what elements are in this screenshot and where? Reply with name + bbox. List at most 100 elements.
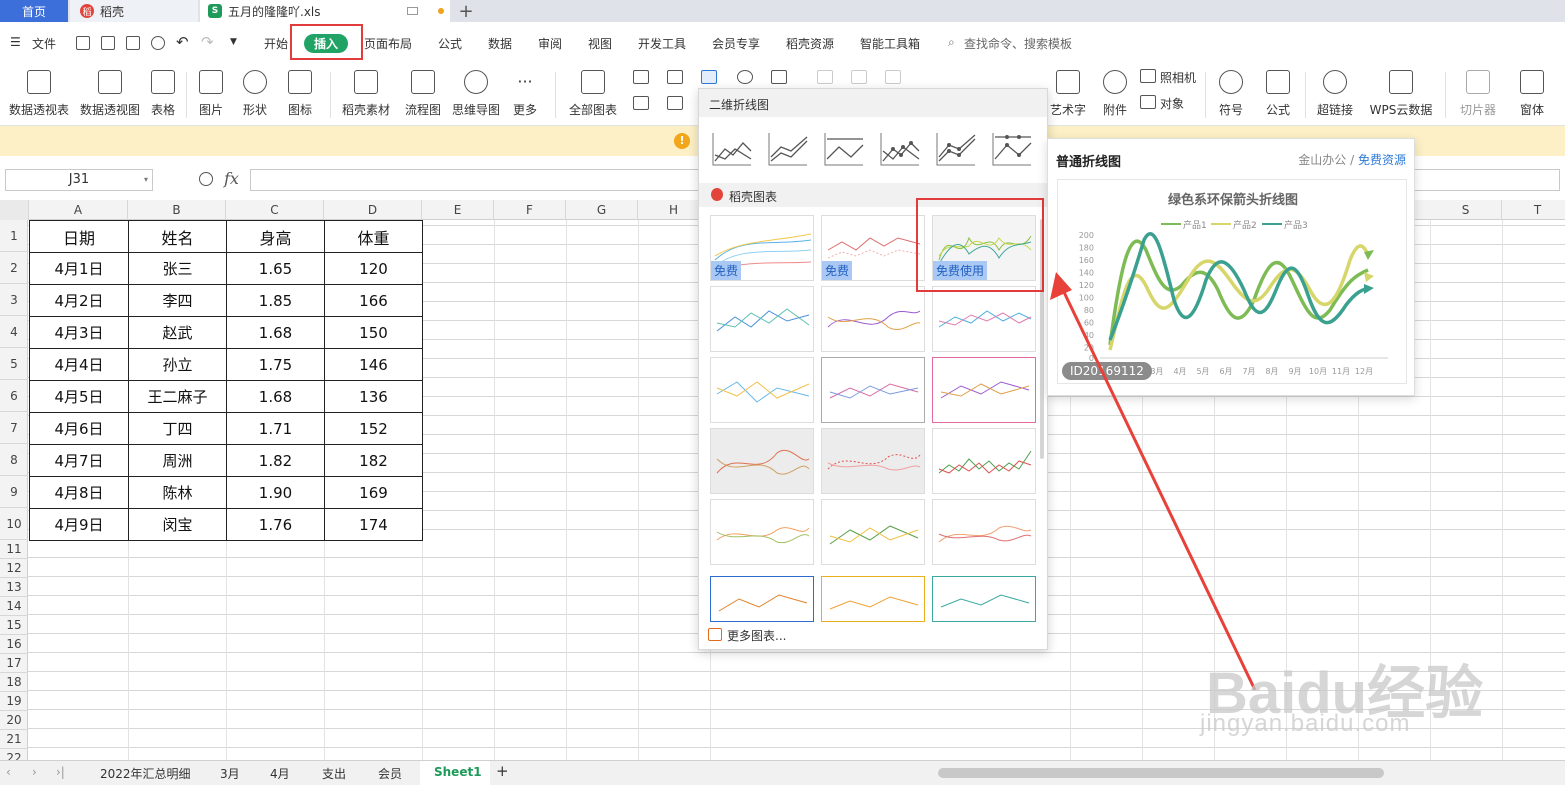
row-header[interactable]: 21 bbox=[0, 730, 28, 749]
line-chart-thumb-4[interactable] bbox=[879, 131, 921, 167]
row-header[interactable]: 20 bbox=[0, 711, 28, 730]
table-header-cell[interactable]: 日期 bbox=[29, 220, 129, 253]
row-header[interactable]: 18 bbox=[0, 673, 28, 692]
table-cell[interactable]: 1.76 bbox=[226, 508, 325, 541]
menu-formulas[interactable]: 公式 bbox=[438, 35, 462, 52]
chart-template-1[interactable]: 免费 bbox=[710, 215, 814, 281]
sparkline-winloss-icon[interactable] bbox=[885, 70, 901, 84]
scatter-chart-icon[interactable] bbox=[667, 96, 683, 110]
chart-template-17[interactable] bbox=[821, 576, 925, 622]
table-cell[interactable]: 4月7日 bbox=[29, 444, 129, 477]
line-chart-thumb-5[interactable] bbox=[935, 131, 977, 167]
line-chart-thumb-1[interactable] bbox=[711, 131, 753, 167]
menu-home[interactable]: 开始 bbox=[264, 35, 288, 52]
row-header[interactable]: 19 bbox=[0, 692, 28, 711]
menu-member[interactable]: 会员专享 bbox=[712, 35, 760, 52]
table-cell[interactable]: 136 bbox=[324, 380, 423, 413]
chart-template-5[interactable] bbox=[821, 286, 925, 352]
chart-template-13[interactable] bbox=[710, 499, 814, 565]
new-tab-button[interactable]: + bbox=[455, 0, 477, 22]
area-chart-icon[interactable] bbox=[633, 96, 649, 110]
table-cell[interactable]: 169 bbox=[324, 476, 423, 509]
table-cell[interactable]: 1.85 bbox=[226, 284, 325, 317]
table-cell[interactable]: 4月3日 bbox=[29, 316, 129, 349]
row-header[interactable]: 17 bbox=[0, 654, 28, 673]
table-cell[interactable]: 1.65 bbox=[226, 252, 325, 285]
table-cell[interactable]: 4月2日 bbox=[29, 284, 129, 317]
wps-cloud-data-button[interactable]: WPS云数据 bbox=[1366, 64, 1436, 118]
zoom-formula-icon[interactable] bbox=[199, 172, 213, 186]
row-header[interactable]: 14 bbox=[0, 597, 28, 616]
camera-button[interactable]: 照相机 bbox=[1160, 69, 1196, 86]
table-cell[interactable]: 4月8日 bbox=[29, 476, 129, 509]
more-button[interactable]: ··· 更多 bbox=[490, 64, 560, 118]
chart-template-18[interactable] bbox=[932, 576, 1036, 622]
row-header[interactable]: 10 bbox=[0, 508, 28, 540]
table-cell[interactable]: 4月4日 bbox=[29, 348, 129, 381]
chart-template-7[interactable] bbox=[710, 357, 814, 423]
chart-template-14[interactable] bbox=[821, 499, 925, 565]
sheet-tab[interactable]: 3月 bbox=[220, 765, 240, 782]
select-all-corner[interactable] bbox=[0, 200, 29, 220]
table-cell[interactable]: 赵武 bbox=[128, 316, 227, 349]
table-cell[interactable]: 146 bbox=[324, 348, 423, 381]
row-header[interactable]: 6 bbox=[0, 380, 28, 412]
horizontal-scrollbar[interactable] bbox=[938, 768, 1384, 778]
column-header[interactable]: C bbox=[226, 200, 324, 220]
column-header[interactable]: F bbox=[494, 200, 566, 220]
line-chart-thumb-6[interactable] bbox=[991, 131, 1033, 167]
row-header[interactable]: 13 bbox=[0, 578, 28, 597]
chart-template-9[interactable] bbox=[932, 357, 1036, 423]
sheet-tab[interactable]: 支出 bbox=[322, 765, 346, 782]
row-header[interactable]: 5 bbox=[0, 348, 28, 380]
chart-template-15[interactable] bbox=[932, 499, 1036, 565]
stock-chart-icon[interactable] bbox=[771, 70, 787, 84]
table-cell[interactable]: 4月6日 bbox=[29, 412, 129, 445]
menu-docer-resources[interactable]: 稻壳资源 bbox=[786, 35, 834, 52]
icons-button[interactable]: 图标 bbox=[265, 64, 335, 118]
save-icon[interactable] bbox=[76, 36, 90, 50]
add-sheet-button[interactable]: + bbox=[496, 762, 509, 780]
table-cell[interactable]: 4月1日 bbox=[29, 252, 129, 285]
row-header[interactable]: 7 bbox=[0, 412, 28, 444]
sheet-tab[interactable]: 会员 bbox=[378, 765, 402, 782]
tab-home[interactable]: 首页 bbox=[0, 0, 68, 22]
chart-template-4[interactable] bbox=[710, 286, 814, 352]
table-cell[interactable]: 152 bbox=[324, 412, 423, 445]
table-cell[interactable]: 1.90 bbox=[226, 476, 325, 509]
row-header[interactable]: 3 bbox=[0, 284, 28, 316]
table-cell[interactable]: 166 bbox=[324, 284, 423, 317]
tab-file[interactable]: S 五月的隆隆吖.xls bbox=[200, 0, 450, 22]
line-chart-thumb-2[interactable] bbox=[767, 131, 809, 167]
column-header[interactable]: D bbox=[324, 200, 422, 220]
print-icon[interactable] bbox=[126, 36, 140, 50]
row-header[interactable]: 8 bbox=[0, 444, 28, 476]
column-header[interactable]: T bbox=[1502, 200, 1565, 220]
row-header[interactable]: 2 bbox=[0, 252, 28, 284]
free-resource-link[interactable]: 免费资源 bbox=[1358, 153, 1406, 167]
column-header[interactable]: S bbox=[1430, 200, 1502, 220]
sheet-tab[interactable]: 4月 bbox=[270, 765, 290, 782]
menu-review[interactable]: 审阅 bbox=[538, 35, 562, 52]
table-cell[interactable]: 李四 bbox=[128, 284, 227, 317]
tab-docer[interactable]: 稻 稻壳 bbox=[70, 0, 198, 22]
print-preview-icon[interactable] bbox=[151, 36, 165, 50]
table-cell[interactable]: 1.75 bbox=[226, 348, 325, 381]
row-header[interactable]: 9 bbox=[0, 476, 28, 508]
table-cell[interactable]: 1.68 bbox=[226, 316, 325, 349]
all-charts-button[interactable]: 全部图表 bbox=[558, 64, 628, 118]
column-header[interactable]: E bbox=[422, 200, 494, 220]
form-controls-button[interactable]: 窗体 bbox=[1497, 64, 1565, 118]
quick-access-dropdown-icon[interactable]: ▼ bbox=[230, 37, 237, 47]
sheet-nav-next-icon[interactable]: › bbox=[32, 765, 37, 779]
table-header-cell[interactable]: 姓名 bbox=[128, 220, 227, 253]
table-cell[interactable]: 4月5日 bbox=[29, 380, 129, 413]
radar-chart-icon[interactable] bbox=[737, 70, 753, 84]
menu-smart-tools[interactable]: 智能工具箱 bbox=[860, 35, 920, 52]
column-chart-icon[interactable] bbox=[633, 70, 649, 84]
object-button[interactable]: 对象 bbox=[1160, 95, 1184, 112]
row-header[interactable]: 4 bbox=[0, 316, 28, 348]
chart-template-12[interactable] bbox=[932, 428, 1036, 494]
table-cell[interactable]: 张三 bbox=[128, 252, 227, 285]
column-header[interactable]: G bbox=[566, 200, 638, 220]
